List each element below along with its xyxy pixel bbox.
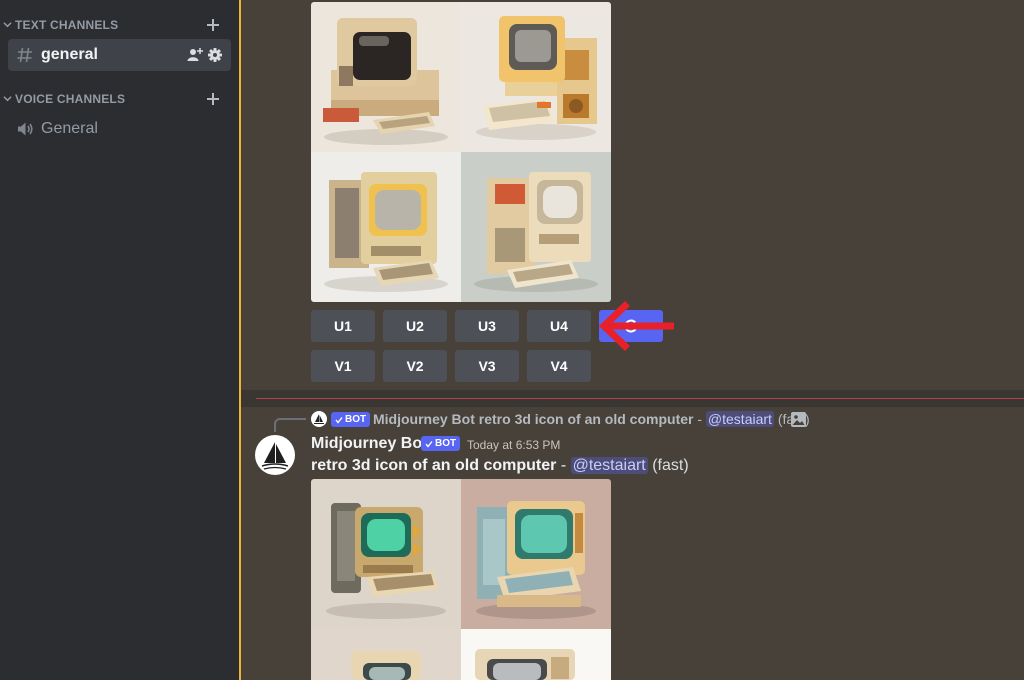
bot-badge: BOT: [421, 436, 461, 451]
message-timestamp: Today at 6:53 PM: [467, 438, 561, 452]
channel-label: general: [41, 46, 98, 63]
upscale-button-u2[interactable]: U2: [383, 310, 447, 342]
hashtag-icon: [17, 47, 32, 63]
upscale-button-u1[interactable]: U1: [311, 310, 375, 342]
message-speed: (fast): [652, 457, 689, 474]
add-member-icon[interactable]: [187, 47, 203, 63]
category-text-channels[interactable]: TEXT CHANNELS: [0, 15, 239, 35]
grid-image-2: [461, 2, 611, 152]
channel-general[interactable]: general: [8, 39, 231, 71]
upscale-button-u3[interactable]: U3: [455, 310, 519, 342]
category-label: VOICE CHANNELS: [15, 92, 126, 106]
message-prompt: retro 3d icon of an old computer: [311, 457, 557, 474]
message-content: retro 3d icon of an old computer - @test…: [311, 457, 689, 475]
plus-icon[interactable]: [205, 91, 221, 107]
channel-label: General: [41, 120, 98, 137]
sailboat-logo: [314, 414, 324, 424]
variation-button-v1[interactable]: V1: [311, 350, 375, 382]
reply-author: Midjourney Bot: [373, 411, 475, 427]
image-grid[interactable]: [311, 2, 611, 302]
grid-image-1: [311, 2, 461, 152]
grid-image-3: [311, 629, 461, 680]
category-voice-channels[interactable]: VOICE CHANNELS: [0, 89, 239, 109]
new-messages-line: [256, 398, 1024, 399]
checkmark-icon: [425, 440, 433, 448]
sailboat-logo: [261, 442, 289, 470]
image-grid[interactable]: [311, 479, 611, 680]
reply-separator: -: [697, 411, 703, 427]
channel-sidebar: TEXT CHANNELS general VOICE CHANNELS Gen…: [0, 0, 239, 680]
grid-image-3: [311, 152, 461, 302]
chevron-down-icon: [3, 96, 12, 102]
grid-image-1: [311, 479, 461, 629]
reply-bot-badge: BOT: [331, 412, 371, 427]
variation-button-v2[interactable]: V2: [383, 350, 447, 382]
upscale-button-u4[interactable]: U4: [527, 310, 591, 342]
chevron-down-icon: [3, 22, 12, 28]
reply-prompt: retro 3d icon of an old computer: [478, 411, 694, 427]
message-mention[interactable]: @testaiart: [570, 457, 648, 474]
checkmark-icon: [335, 416, 343, 424]
reply-avatar: [311, 411, 327, 427]
grid-image-4: [461, 629, 611, 680]
annotation-arrow: [598, 301, 674, 351]
reply-connector: [274, 418, 306, 432]
speaker-icon: [18, 122, 33, 136]
grid-image-2: [461, 479, 611, 629]
image-icon: [791, 412, 806, 427]
reply-preview[interactable]: Midjourney Bot retro 3d icon of an old c…: [373, 411, 810, 427]
avatar[interactable]: [255, 435, 295, 475]
voice-channel-general[interactable]: General: [8, 113, 231, 145]
message-separator: -: [560, 457, 567, 474]
reply-mention[interactable]: @testaiart: [705, 411, 774, 427]
variation-button-v3[interactable]: V3: [455, 350, 519, 382]
category-label: TEXT CHANNELS: [15, 18, 119, 32]
plus-icon[interactable]: [205, 17, 221, 33]
variation-button-v4[interactable]: V4: [527, 350, 591, 382]
reply-highlight-bar: [239, 0, 241, 680]
message-author[interactable]: Midjourney Bot: [311, 435, 427, 453]
grid-image-4: [461, 152, 611, 302]
gear-icon[interactable]: [207, 47, 223, 63]
